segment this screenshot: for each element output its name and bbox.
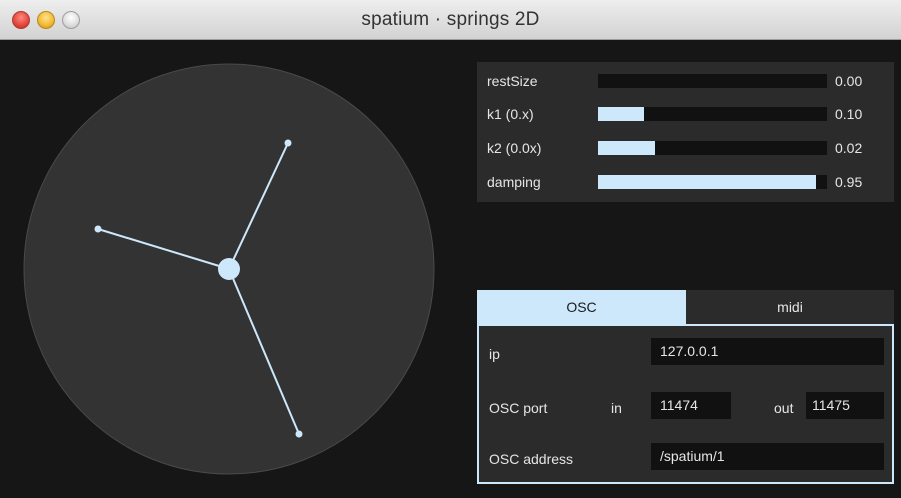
slider-rest-size[interactable]: restSize 0.00: [477, 69, 894, 95]
center-node[interactable]: [218, 258, 240, 280]
tab-osc[interactable]: OSC: [477, 290, 686, 324]
window-title: spatium · springs 2D: [361, 9, 540, 30]
tab-midi[interactable]: midi: [686, 290, 894, 324]
slider-value: 0.95: [835, 174, 863, 190]
in-port-field[interactable]: 11474: [651, 392, 731, 419]
ip-field[interactable]: 127.0.0.1: [651, 338, 884, 365]
springs-canvas[interactable]: [0, 40, 460, 498]
slider-label: k2 (0.0x): [487, 140, 542, 156]
slider-track[interactable]: [598, 107, 827, 121]
in-port-label: in: [611, 400, 622, 416]
spring-node-1[interactable]: [284, 139, 292, 147]
slider-track[interactable]: [598, 141, 827, 155]
springs-svg[interactable]: [0, 40, 460, 498]
out-port-label: out: [774, 400, 794, 416]
slider-label: k1 (0.x): [487, 106, 534, 122]
slider-label: restSize: [487, 73, 538, 89]
slider-fill: [598, 107, 644, 121]
slider-k2[interactable]: k2 (0.0x) 0.02: [477, 136, 894, 162]
osc-port-label: OSC port: [489, 400, 548, 416]
ip-label: ip: [489, 346, 500, 362]
parameters-panel: restSize 0.00 k1 (0.x) 0.10 k2 (0.0x) 0.…: [477, 62, 894, 202]
osc-address-label: OSC address: [489, 451, 574, 467]
slider-fill: [598, 175, 816, 189]
slider-track[interactable]: [598, 74, 827, 88]
slider-k1[interactable]: k1 (0.x) 0.10: [477, 102, 894, 128]
slider-label: damping: [487, 174, 541, 190]
slider-value: 0.10: [835, 106, 863, 122]
osc-address-field[interactable]: /spatium/1: [651, 443, 884, 470]
slider-value: 0.02: [835, 140, 863, 156]
spring-node-3[interactable]: [295, 430, 303, 438]
slider-value: 0.00: [835, 73, 863, 89]
slider-damping[interactable]: damping 0.95: [477, 170, 894, 196]
out-port-field[interactable]: 11475: [806, 392, 884, 419]
slider-track[interactable]: [598, 175, 827, 189]
protocol-tabs: OSC midi: [477, 290, 894, 324]
spring-node-2[interactable]: [94, 225, 102, 233]
slider-fill: [598, 141, 656, 155]
app-window: spatium · springs 2D restSize 0.00 k1 (0…: [0, 0, 901, 498]
osc-settings-panel: ip 127.0.0.1 OSC port in 11474 out 11475…: [477, 324, 894, 484]
title-bar[interactable]: spatium · springs 2D: [0, 0, 901, 40]
